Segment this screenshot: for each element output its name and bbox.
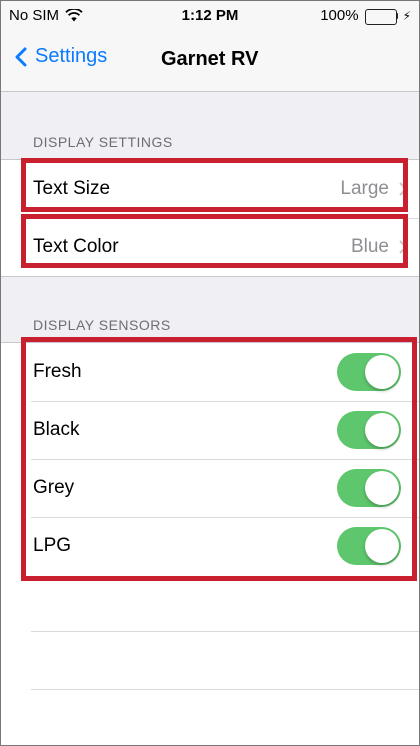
fresh-toggle[interactable] — [337, 353, 401, 391]
back-button[interactable]: Settings — [15, 45, 107, 68]
battery-icon — [364, 8, 399, 25]
text-color-value: Blue — [350, 236, 389, 257]
sensor-row-lpg: LPG — [1, 517, 419, 575]
divider — [31, 689, 419, 690]
chevron-right-icon — [399, 240, 407, 254]
toggle-knob — [365, 471, 399, 505]
status-bar: No SIM 1:12 PM 100% ⚡ — [1, 1, 419, 31]
chevron-left-icon — [15, 47, 27, 66]
empty-table-area — [1, 573, 419, 745]
text-color-row[interactable]: Text Color Blue — [1, 218, 419, 276]
back-button-label: Settings — [35, 45, 108, 67]
display-sensors-group: Fresh Black Grey LPG — [1, 342, 419, 576]
black-toggle[interactable] — [337, 411, 401, 449]
sensor-row-black: Black — [1, 401, 419, 459]
text-color-label: Text Color — [33, 236, 119, 257]
text-size-label: Text Size — [33, 178, 111, 199]
phone-screen: No SIM 1:12 PM 100% ⚡ Settings Garnet RV — [0, 0, 420, 746]
sensor-label: Grey — [33, 477, 75, 498]
divider — [31, 631, 419, 632]
section-header-display-settings: DISPLAY SETTINGS — [33, 134, 173, 150]
text-size-row[interactable]: Text Size Large — [1, 160, 419, 218]
status-right: 100% ⚡ — [320, 7, 411, 25]
toggle-knob — [365, 529, 399, 563]
sensor-label: Black — [33, 419, 80, 440]
battery-percent: 100% — [320, 7, 359, 24]
display-settings-group: Text Size Large Text Color Blue — [1, 159, 419, 277]
section-header-display-sensors: DISPLAY SENSORS — [33, 317, 171, 333]
sensor-row-grey: Grey — [1, 459, 419, 517]
sensor-label: Fresh — [33, 361, 82, 382]
navigation-bar: Settings Garnet RV — [1, 31, 419, 92]
page-title: Garnet RV — [161, 48, 259, 70]
chevron-right-icon — [399, 182, 407, 196]
text-size-value: Large — [340, 178, 389, 199]
sensor-label: LPG — [33, 535, 72, 556]
grey-toggle[interactable] — [337, 469, 401, 507]
toggle-knob — [365, 355, 399, 389]
sensor-row-fresh: Fresh — [1, 343, 419, 401]
toggle-knob — [365, 413, 399, 447]
bolt-icon: ⚡ — [402, 8, 411, 23]
lpg-toggle[interactable] — [337, 527, 401, 565]
